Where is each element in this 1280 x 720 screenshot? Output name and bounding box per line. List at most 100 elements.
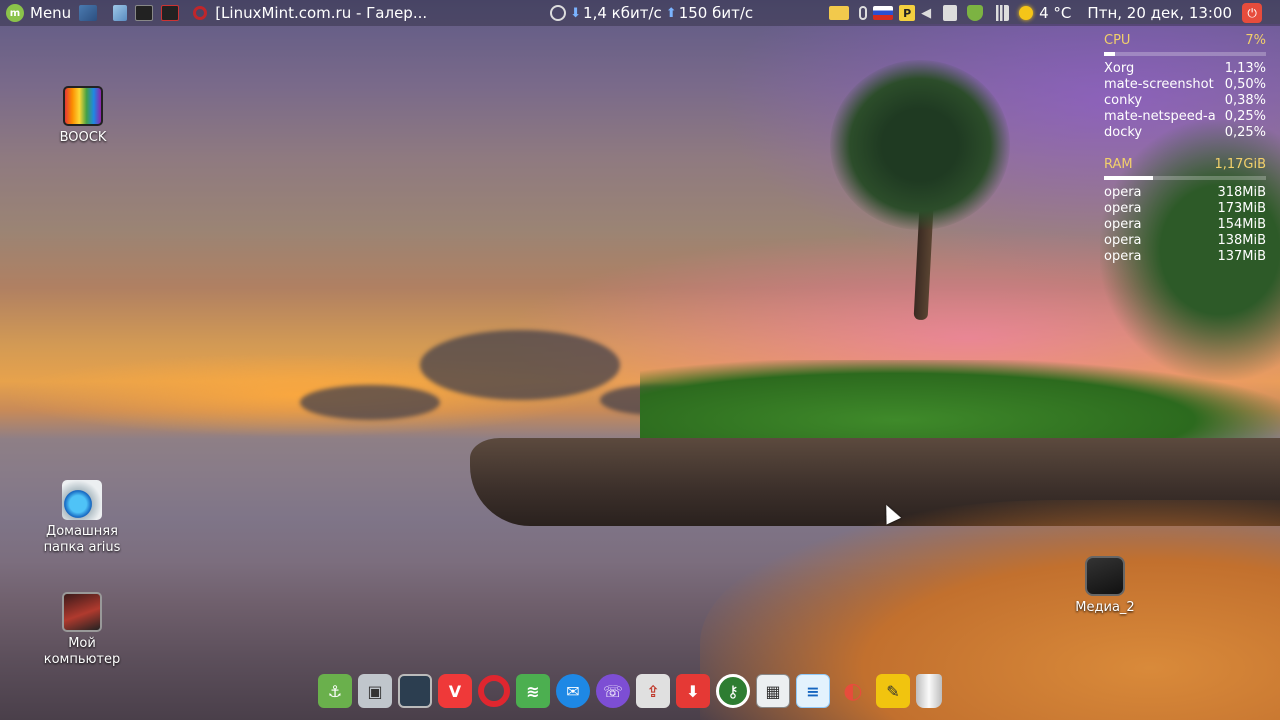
computer-icon	[62, 592, 102, 632]
dock-mail-icon[interactable]: ✉	[556, 674, 590, 708]
download-arrow-icon: ⬇	[570, 5, 582, 21]
cpu-label: CPU	[1104, 33, 1131, 48]
desktop-icon-media[interactable]: Медиа_2	[1060, 556, 1150, 616]
home-folder-icon	[62, 480, 102, 520]
ram-bar	[1104, 176, 1266, 180]
volume-icon[interactable]: ◀	[921, 5, 937, 21]
desktop-icon-computer[interactable]: Мой компьютер	[37, 592, 127, 668]
ram-value: 1,17GiB	[1214, 157, 1266, 172]
dock-cleaner-icon[interactable]: ✎	[876, 674, 910, 708]
dock-rss-icon[interactable]: ≋	[516, 674, 550, 708]
memory-row: opera 318MiB	[1104, 185, 1266, 201]
dock-upload-icon[interactable]: ⇪	[636, 674, 670, 708]
dock-package-manager-icon[interactable]: ▣	[358, 674, 392, 708]
weather-applet[interactable]: 4 °C	[1009, 0, 1071, 26]
dock-calculator-icon[interactable]: ▦	[756, 674, 790, 708]
dock: ⚓ ▣ V ≋ ✉ ☏ ⇪ ⬇ ⚷ ▦ ≡ ◐ ✎	[318, 672, 942, 710]
memory-process-value: 173MiB	[1217, 201, 1266, 216]
window-title: [LinuxMint.com.ru - Галер...	[215, 4, 428, 22]
memory-row: opera 154MiB	[1104, 217, 1266, 233]
process-name: docky	[1104, 125, 1143, 140]
ram-label: RAM	[1104, 157, 1133, 172]
desktop-icon-label: Медиа_2	[1075, 600, 1135, 615]
desktop-icon-label: Домашняя	[46, 524, 118, 539]
net-down-speed: 1,4 кбит/с	[583, 4, 662, 22]
ram-bar-fill	[1104, 176, 1153, 180]
conky-spacer	[1104, 141, 1266, 157]
show-desktop-icon[interactable]	[79, 5, 98, 21]
desktop-icon-boock[interactable]: BOOCK	[38, 86, 128, 146]
dock-download-icon[interactable]: ⬇	[676, 674, 710, 708]
boock-icon	[63, 86, 103, 126]
memory-process-name: opera	[1104, 185, 1142, 200]
memory-row: opera 137MiB	[1104, 249, 1266, 265]
dock-system-monitor-icon[interactable]	[398, 674, 432, 708]
desktop-icon-label: компьютер	[43, 652, 121, 667]
memory-row: opera 173MiB	[1104, 201, 1266, 217]
top-panel: m Menu [LinuxMint.com.ru - Галер... ⬇ 1,…	[0, 0, 1280, 26]
opera-icon	[193, 6, 208, 20]
memory-process-value: 154MiB	[1217, 217, 1266, 232]
net-up-speed: 150 бит/с	[678, 4, 754, 22]
clock[interactable]: Птн, 20 дек, 13:00	[1087, 4, 1232, 22]
process-row: mate-netspeed-a 0,25%	[1104, 109, 1266, 125]
process-value: 0,38%	[1224, 93, 1266, 108]
desktop-icon-home-folder[interactable]: Домашняя папка arius	[37, 480, 127, 556]
desktop-icon-label: папка arius	[43, 540, 121, 555]
process-value: 0,50%	[1224, 77, 1266, 92]
dock-viber-icon[interactable]: ☏	[596, 674, 630, 708]
process-row: Xorg 1,13%	[1104, 61, 1266, 77]
dock-document-viewer-icon[interactable]: ≡	[796, 674, 830, 708]
dock-keepass-icon[interactable]: ⚷	[716, 674, 750, 708]
screen-recorder-icon[interactable]	[161, 5, 180, 21]
cpu-header: CPU 7%	[1104, 33, 1266, 49]
wallpaper-palm-leaves	[830, 60, 1010, 230]
process-name: mate-screenshot	[1104, 77, 1214, 92]
terminal-icon[interactable]	[135, 5, 154, 21]
memory-process-name: opera	[1104, 201, 1142, 216]
keyboard-layout-flag-icon[interactable]	[873, 6, 894, 20]
process-row: mate-screenshot 0,50%	[1104, 77, 1266, 93]
sun-icon	[1019, 6, 1034, 20]
cpu-value: 7%	[1245, 33, 1266, 48]
hard-drive-icon	[1085, 556, 1125, 596]
dock-vivaldi-icon[interactable]: V	[438, 674, 472, 708]
memory-process-name: opera	[1104, 217, 1142, 232]
taskbar-window-button[interactable]: [LinuxMint.com.ru - Галер...	[179, 0, 427, 26]
cpu-bar-fill	[1104, 52, 1116, 56]
power-icon[interactable]: ⏻	[1242, 3, 1263, 23]
memory-process-value: 318MiB	[1217, 185, 1266, 200]
dock-double-commander-icon[interactable]: ◐	[836, 674, 870, 708]
signal-strength-icon[interactable]	[993, 5, 1010, 21]
dock-anchor-icon[interactable]: ⚓	[318, 674, 352, 708]
menu-label: Menu	[30, 4, 72, 22]
key-icon[interactable]	[859, 6, 868, 20]
process-value: 1,13%	[1224, 61, 1266, 76]
conky-monitor: CPU 7% Xorg 1,13% mate-screenshot 0,50% …	[1104, 33, 1266, 265]
process-row: conky 0,38%	[1104, 93, 1266, 109]
desktop-icon-label: Мой	[68, 636, 96, 651]
process-name: mate-netspeed-a	[1104, 109, 1216, 124]
mint-logo-icon: m	[6, 4, 24, 22]
process-value: 0,25%	[1224, 109, 1266, 124]
process-row: docky 0,25%	[1104, 125, 1266, 141]
parking-icon[interactable]: P	[899, 5, 916, 21]
memory-process-name: opera	[1104, 233, 1142, 248]
process-value: 0,25%	[1224, 125, 1266, 140]
shield-icon[interactable]	[967, 5, 984, 21]
netspeed-applet[interactable]: ⬇ 1,4 кбит/с ⬆ 150 бит/с	[545, 0, 753, 26]
weather-temperature: 4 °C	[1039, 4, 1072, 22]
desktop-icon-label: BOOCK	[59, 130, 107, 145]
menu-button[interactable]: m Menu	[0, 0, 71, 26]
file-manager-icon[interactable]	[113, 5, 128, 21]
folder-icon[interactable]	[829, 6, 850, 20]
memory-process-value: 137MiB	[1217, 249, 1266, 264]
dock-trash-icon[interactable]	[916, 674, 942, 708]
dock-opera-icon[interactable]	[478, 675, 510, 707]
clipboard-icon[interactable]	[943, 5, 958, 21]
wallpaper-cloud	[300, 385, 440, 420]
process-name: conky	[1104, 93, 1143, 108]
wallpaper-cloud	[420, 330, 620, 400]
memory-process-value: 138MiB	[1217, 233, 1266, 248]
upload-arrow-icon: ⬆	[665, 5, 677, 21]
